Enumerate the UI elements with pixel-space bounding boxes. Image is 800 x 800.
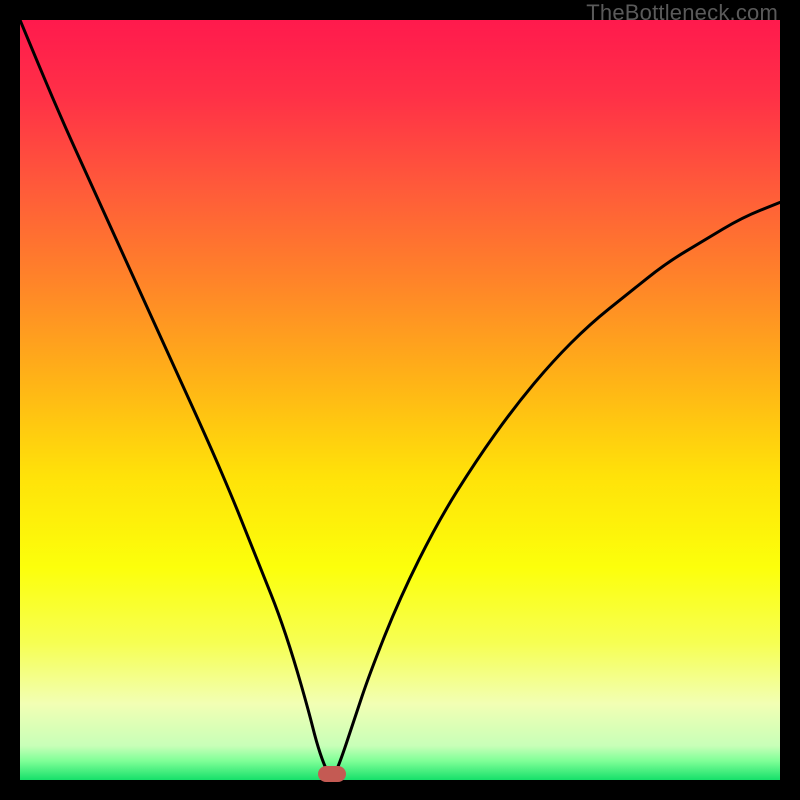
bottleneck-chart [20,20,780,780]
watermark-text: TheBottleneck.com [586,0,778,26]
minimum-marker [318,766,346,782]
chart-background [20,20,780,780]
